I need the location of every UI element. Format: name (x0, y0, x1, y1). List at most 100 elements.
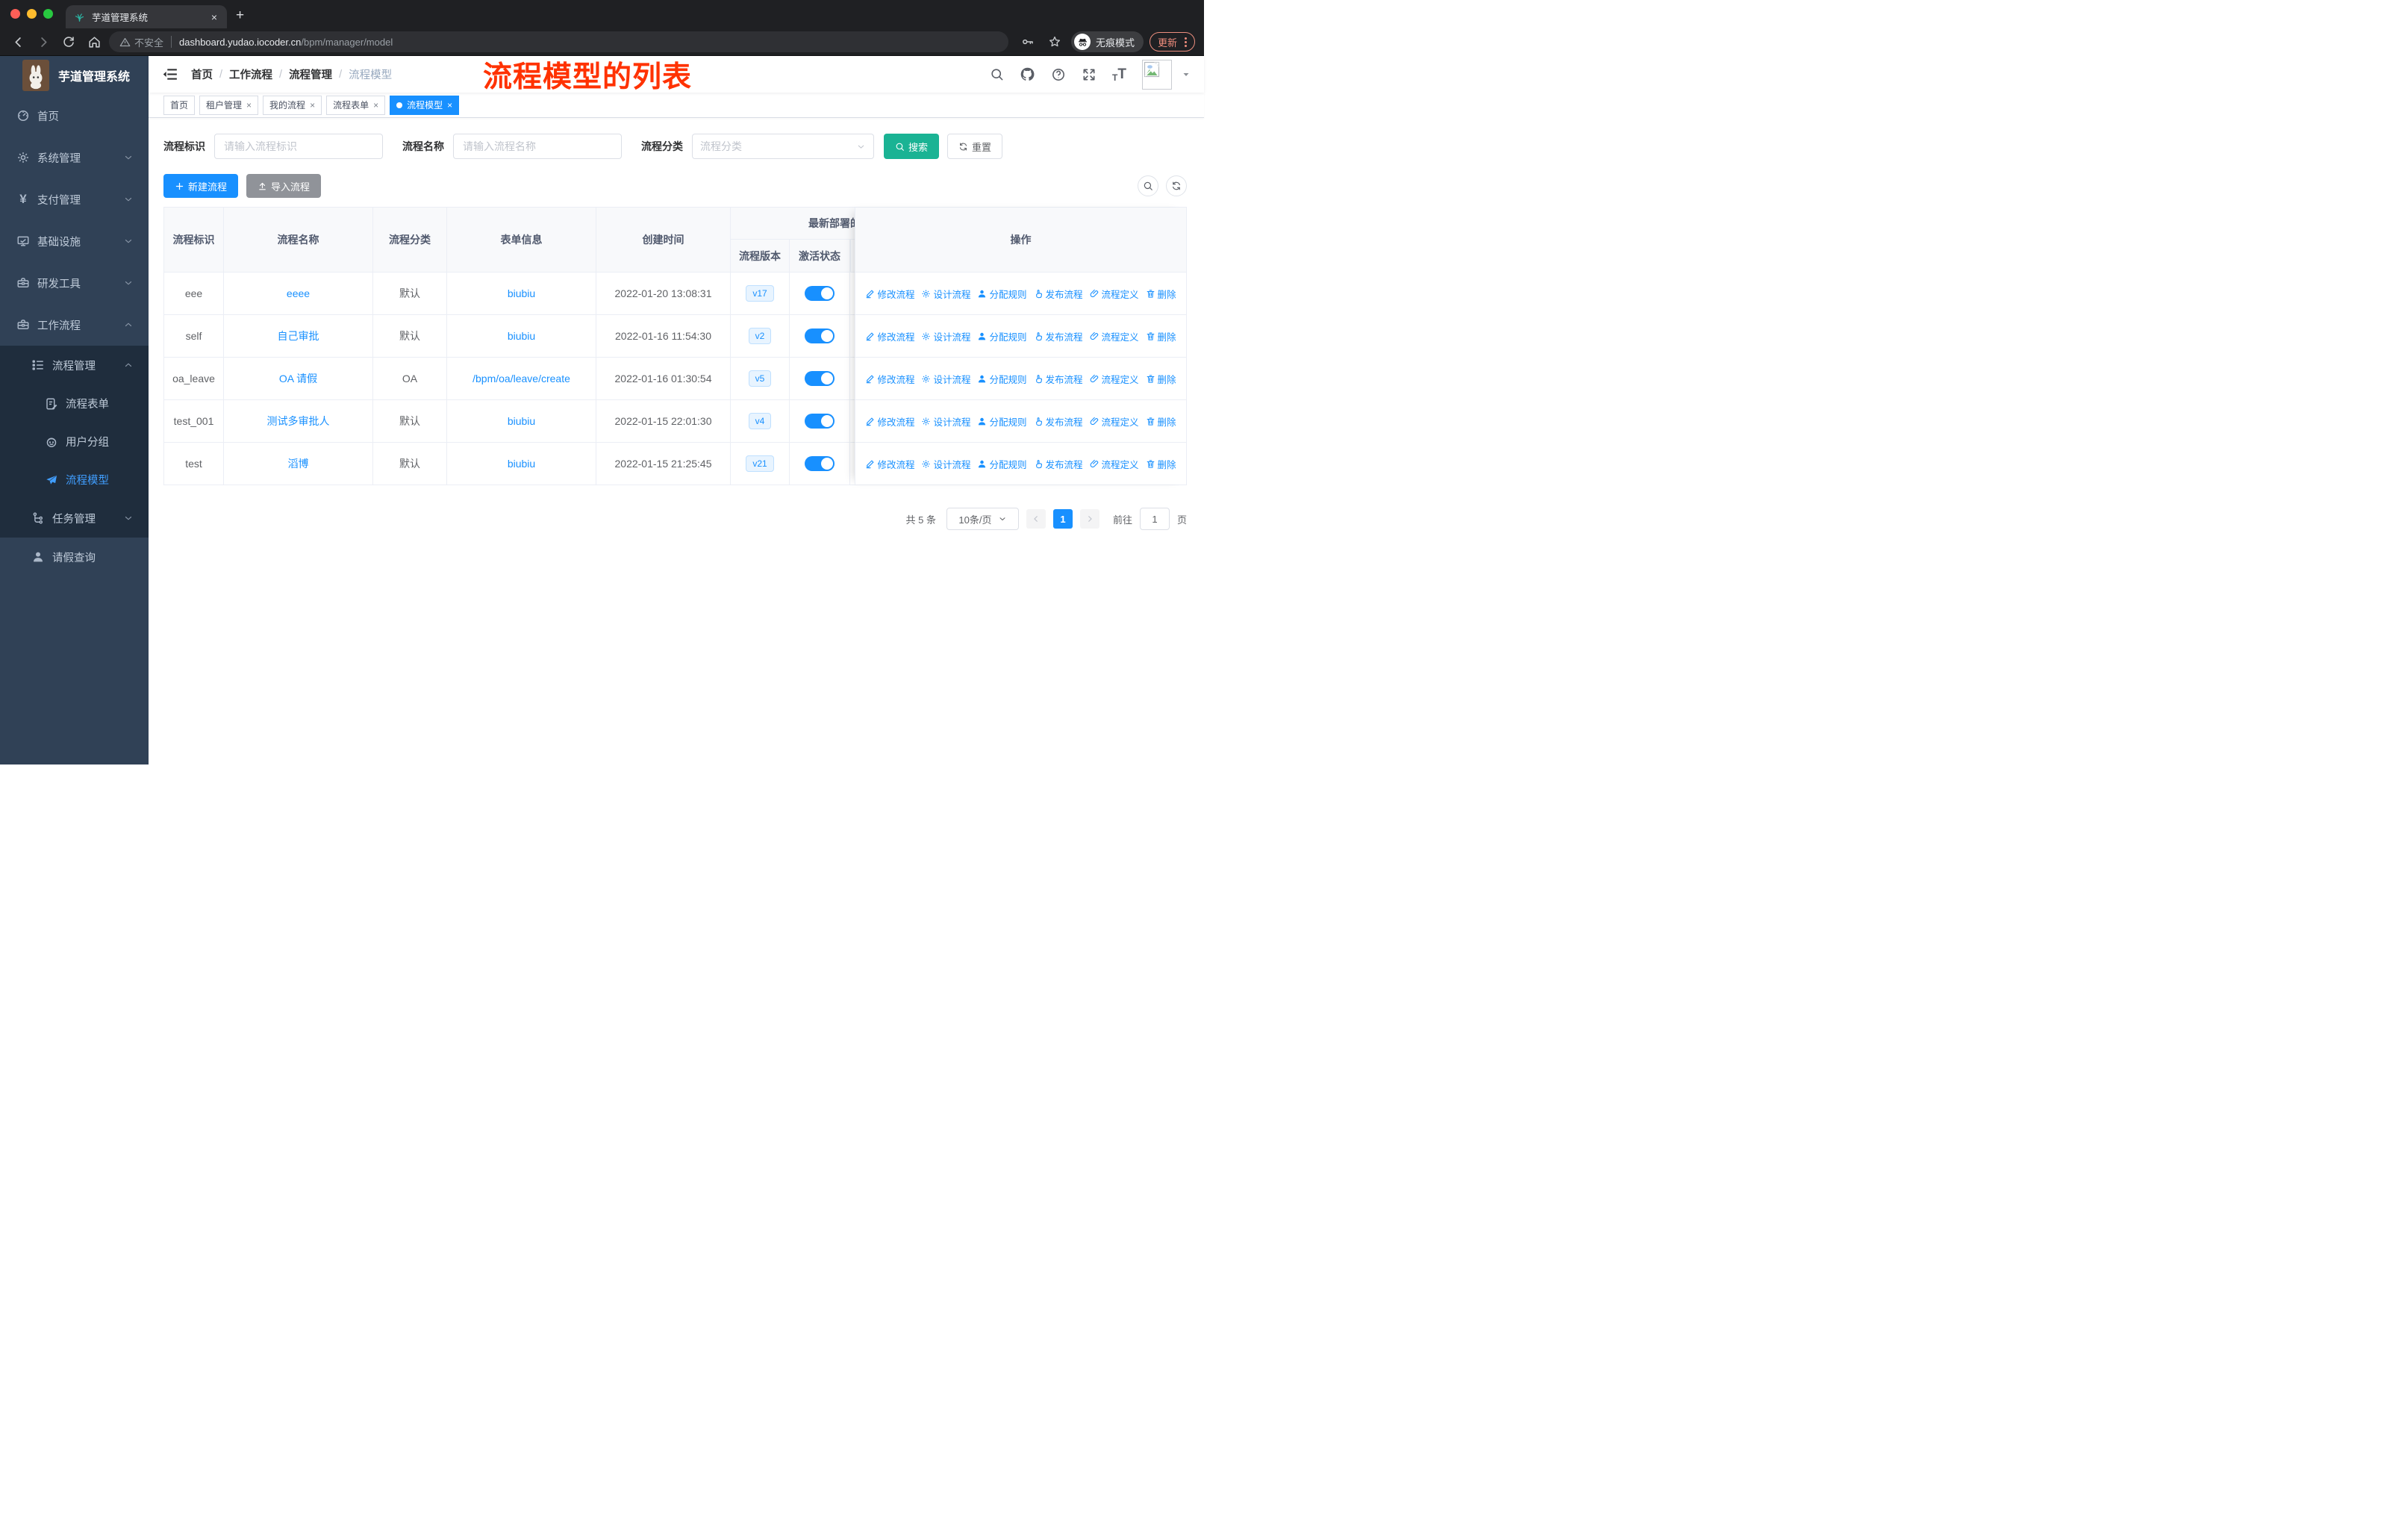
design-process-link[interactable]: 设计流程 (921, 414, 970, 429)
browser-menu-icon[interactable] (1185, 37, 1188, 47)
avatar[interactable] (1142, 59, 1172, 90)
edit-process-link[interactable]: 修改流程 (865, 329, 914, 343)
sidebar-item-process-mgmt[interactable]: 流程管理 (0, 346, 149, 384)
app-logo-row[interactable]: 芋道管理系统 (0, 56, 149, 95)
assign-rule-link[interactable]: 分配规则 (977, 287, 1027, 301)
search-icon[interactable] (990, 67, 1004, 81)
assign-rule-link[interactable]: 分配规则 (977, 457, 1027, 471)
font-size-icon[interactable]: TT (1112, 66, 1126, 83)
process-definition-link[interactable]: 流程定义 (1090, 287, 1139, 301)
design-process-link[interactable]: 设计流程 (921, 372, 970, 386)
active-toggle[interactable] (805, 371, 835, 386)
sidebar-item-leave-query[interactable]: 请假查询 (0, 538, 149, 576)
delete-link[interactable]: 删除 (1146, 287, 1176, 301)
model-name-link[interactable]: 滔博 (288, 456, 309, 471)
edit-process-link[interactable]: 修改流程 (865, 457, 914, 471)
edit-process-link[interactable]: 修改流程 (865, 414, 914, 429)
import-process-button[interactable]: 导入流程 (246, 174, 322, 198)
page-size-select[interactable]: 10条/页 (946, 508, 1019, 530)
tag-process-model[interactable]: 流程模型 × (390, 95, 460, 115)
model-name-link[interactable]: eeee (287, 287, 310, 299)
active-toggle[interactable] (805, 414, 835, 429)
publish-process-link[interactable]: 发布流程 (1034, 329, 1083, 343)
edit-process-link[interactable]: 修改流程 (865, 287, 914, 301)
model-name-link[interactable]: 自己审批 (278, 328, 319, 343)
forward-icon[interactable] (33, 31, 54, 52)
delete-link[interactable]: 删除 (1146, 414, 1176, 429)
tab-close-icon[interactable]: × (209, 11, 219, 23)
form-link[interactable]: biubiu (508, 287, 535, 299)
version-badge[interactable]: v4 (748, 413, 772, 429)
assign-rule-link[interactable]: 分配规则 (977, 372, 1027, 386)
form-link[interactable]: biubiu (508, 330, 535, 342)
breadcrumb-workflow[interactable]: 工作流程 (229, 66, 272, 82)
tag-my-process[interactable]: 我的流程 × (263, 95, 322, 115)
design-process-link[interactable]: 设计流程 (921, 329, 970, 343)
sidebar-collapse-icon[interactable] (162, 66, 178, 82)
assign-rule-link[interactable]: 分配规则 (977, 329, 1027, 343)
help-icon[interactable] (1051, 67, 1066, 82)
create-process-button[interactable]: 新建流程 (163, 174, 239, 198)
publish-process-link[interactable]: 发布流程 (1034, 372, 1083, 386)
active-toggle[interactable] (805, 286, 835, 301)
version-badge[interactable]: v21 (746, 455, 774, 472)
close-icon[interactable]: × (447, 100, 452, 110)
bookmark-star-icon[interactable] (1044, 31, 1065, 52)
next-page-button[interactable] (1079, 509, 1099, 529)
delete-link[interactable]: 删除 (1146, 372, 1176, 386)
active-toggle[interactable] (805, 328, 835, 343)
close-window-button[interactable] (10, 9, 20, 19)
design-process-link[interactable]: 设计流程 (921, 287, 970, 301)
macos-traffic-lights[interactable] (10, 9, 53, 19)
version-badge[interactable]: v17 (746, 285, 774, 302)
sidebar-item-system[interactable]: 系统管理 (0, 137, 149, 178)
publish-process-link[interactable]: 发布流程 (1034, 414, 1083, 429)
search-button[interactable]: 搜索 (884, 134, 940, 159)
home-icon[interactable] (84, 31, 105, 52)
refresh-table-button[interactable] (1166, 175, 1187, 196)
publish-process-link[interactable]: 发布流程 (1034, 287, 1083, 301)
new-tab-button[interactable]: + (236, 7, 244, 28)
tag-home[interactable]: 首页 (163, 95, 196, 115)
form-link[interactable]: biubiu (508, 415, 535, 427)
breadcrumb-process-mgmt[interactable]: 流程管理 (289, 66, 332, 82)
version-badge[interactable]: v2 (748, 328, 772, 344)
page-jump-input[interactable] (1139, 508, 1170, 530)
current-page[interactable]: 1 (1052, 509, 1073, 529)
model-name-link[interactable]: OA 请假 (279, 371, 317, 386)
tag-tenant[interactable]: 租户管理 × (199, 95, 259, 115)
sidebar-item-infra[interactable]: 基础设施 (0, 220, 149, 262)
tag-process-form[interactable]: 流程表单 × (326, 95, 386, 115)
version-badge[interactable]: v5 (748, 370, 772, 387)
sidebar-item-process-model[interactable]: 流程模型 (0, 461, 149, 499)
process-definition-link[interactable]: 流程定义 (1090, 329, 1139, 343)
reset-button[interactable]: 重置 (947, 134, 1003, 159)
sidebar-item-home[interactable]: 首页 (0, 95, 149, 137)
assign-rule-link[interactable]: 分配规则 (977, 414, 1027, 429)
sidebar-item-pay[interactable]: ¥ 支付管理 (0, 178, 149, 220)
close-icon[interactable]: × (246, 100, 252, 110)
model-name-link[interactable]: 测试多审批人 (267, 414, 330, 429)
zoom-window-button[interactable] (43, 9, 53, 19)
close-icon[interactable]: × (373, 100, 378, 110)
prev-page-button[interactable] (1026, 509, 1046, 529)
browser-tab[interactable]: 芋道管理系统 × (66, 5, 227, 28)
sidebar-item-devtools[interactable]: 研发工具 (0, 262, 149, 304)
sidebar-item-user-group[interactable]: 用户分组 (0, 423, 149, 461)
breadcrumb-home[interactable]: 首页 (191, 66, 213, 82)
minimize-window-button[interactable] (27, 9, 37, 19)
reload-icon[interactable] (58, 31, 79, 52)
show-search-button[interactable] (1138, 175, 1158, 196)
process-definition-link[interactable]: 流程定义 (1090, 457, 1139, 471)
sidebar-item-task-mgmt[interactable]: 任务管理 (0, 499, 149, 538)
not-secure-indicator[interactable]: 不安全 (119, 35, 163, 49)
github-icon[interactable] (1020, 66, 1035, 82)
sidebar-item-process-form[interactable]: 流程表单 (0, 384, 149, 423)
fullscreen-icon[interactable] (1082, 67, 1097, 82)
caret-down-icon[interactable] (1182, 70, 1191, 79)
delete-link[interactable]: 删除 (1146, 329, 1176, 343)
publish-process-link[interactable]: 发布流程 (1034, 457, 1083, 471)
close-icon[interactable]: × (310, 100, 315, 110)
form-link[interactable]: /bpm/oa/leave/create (472, 373, 570, 384)
browser-update-chip[interactable]: 更新 (1150, 32, 1196, 52)
